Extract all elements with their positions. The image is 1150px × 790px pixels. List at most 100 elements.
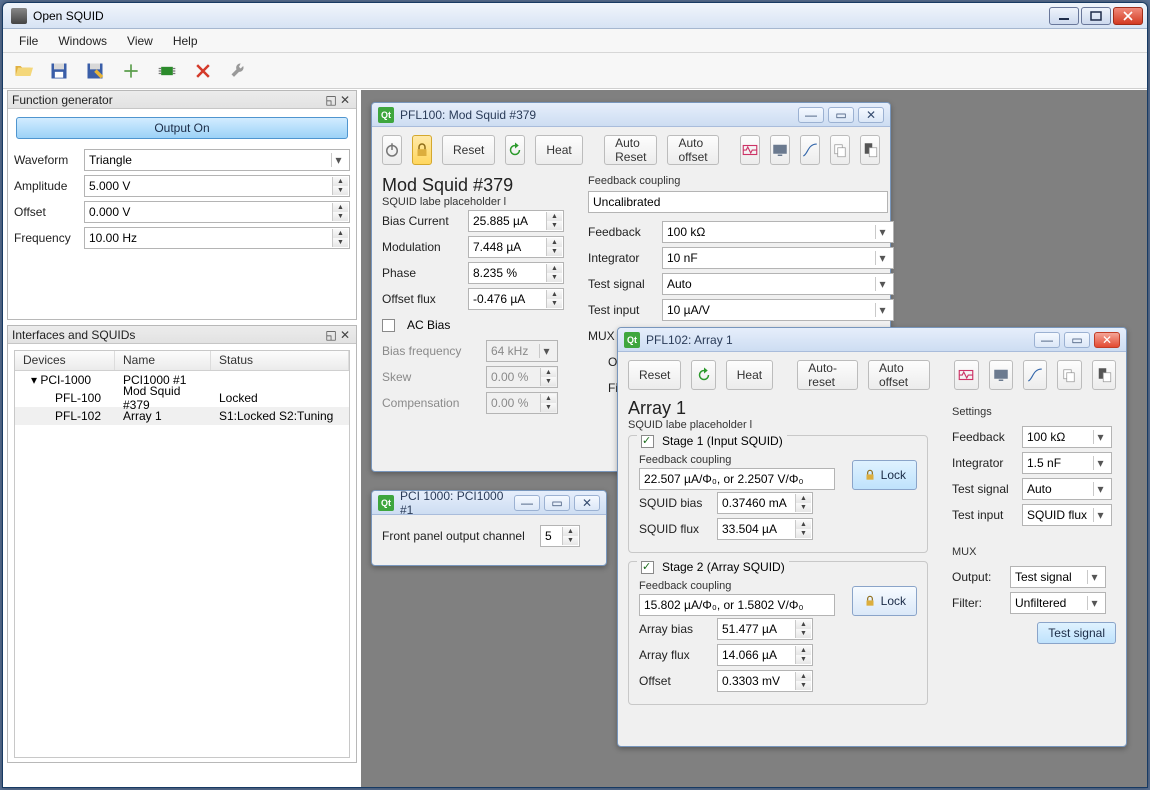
- child-maximize-button[interactable]: ▭: [828, 107, 854, 123]
- maximize-button[interactable]: [1081, 7, 1111, 25]
- wrench-icon[interactable]: [225, 57, 253, 85]
- add-icon[interactable]: [117, 57, 145, 85]
- acbias-checkbox[interactable]: [382, 319, 395, 332]
- mux-filter-select[interactable]: Unfiltered▾: [1010, 592, 1106, 614]
- fb-coupling-input[interactable]: Uncalibrated: [588, 191, 888, 213]
- offset-flux-label: Offset flux: [382, 292, 460, 306]
- testinput-select[interactable]: SQUID flux▾: [1022, 504, 1112, 526]
- menu-file[interactable]: File: [9, 31, 48, 51]
- devices-table[interactable]: Devices Name Status ▾ PCI-1000 PCI1000 #…: [14, 350, 350, 758]
- curve-icon[interactable]: [800, 135, 820, 165]
- stage2-checkbox[interactable]: [641, 561, 654, 574]
- child-close-button[interactable]: ✕: [574, 495, 600, 511]
- child-minimize-button[interactable]: —: [514, 495, 540, 511]
- dock-float-icon[interactable]: ◱: [324, 93, 338, 107]
- curve-icon[interactable]: [1023, 360, 1047, 390]
- testin-select[interactable]: 10 µA/V▾: [662, 299, 894, 321]
- array-flux-input[interactable]: 14.066 µA▲▼: [717, 644, 813, 666]
- dock-float-icon[interactable]: ◱: [324, 328, 338, 342]
- menu-view[interactable]: View: [117, 31, 163, 51]
- feedback-select[interactable]: 100 kΩ▾: [662, 221, 894, 243]
- delete-icon[interactable]: [189, 57, 217, 85]
- table-row[interactable]: PFL-100 Mod Squid #379 Locked: [15, 389, 349, 407]
- power-icon[interactable]: [382, 135, 402, 165]
- autoreset-button[interactable]: Auto-reset: [797, 360, 858, 390]
- offset-flux-input[interactable]: -0.476 µA▲▼: [468, 288, 564, 310]
- stage1-checkbox[interactable]: [641, 435, 654, 448]
- squid-bias-input[interactable]: 0.37460 mA▲▼: [717, 492, 813, 514]
- testsig-select[interactable]: Auto▾: [662, 273, 894, 295]
- acbias-label: AC Bias: [407, 318, 450, 332]
- menu-help[interactable]: Help: [163, 31, 208, 51]
- frequency-label: Frequency: [14, 231, 78, 245]
- scope-icon[interactable]: [954, 360, 978, 390]
- amplitude-input[interactable]: 5.000 V▲▼: [84, 175, 350, 197]
- heat-button[interactable]: Heat: [535, 135, 582, 165]
- phase-label: Phase: [382, 266, 460, 280]
- fb-coupling1-input[interactable]: 22.507 µA/Φ₀, or 2.2507 V/Φ₀: [639, 468, 835, 490]
- col-name[interactable]: Name: [115, 351, 211, 370]
- fb-coupling2-input[interactable]: 15.802 µA/Φ₀, or 1.5802 V/Φ₀: [639, 594, 835, 616]
- table-row[interactable]: PFL-102 Array 1 S1:Locked S2:Tuning: [15, 407, 349, 425]
- save-edit-icon[interactable]: [81, 57, 109, 85]
- autooffset-button[interactable]: Auto offset: [667, 135, 718, 165]
- col-status[interactable]: Status: [211, 351, 349, 370]
- scope-icon[interactable]: [740, 135, 760, 165]
- open-icon[interactable]: [9, 57, 37, 85]
- save-icon[interactable]: [45, 57, 73, 85]
- reset-button[interactable]: Reset: [442, 135, 495, 165]
- integrator-select[interactable]: 10 nF▾: [662, 247, 894, 269]
- skew-input: 0.00 %▲▼: [486, 366, 558, 388]
- array-offset-label: Offset: [639, 674, 709, 688]
- refresh-icon[interactable]: [691, 360, 715, 390]
- dock-close-icon[interactable]: ✕: [338, 93, 352, 107]
- monitor-icon[interactable]: [770, 135, 790, 165]
- child-maximize-button[interactable]: ▭: [544, 495, 570, 511]
- lock-icon[interactable]: [412, 135, 432, 165]
- child-close-button[interactable]: ✕: [1094, 332, 1120, 348]
- output-on-button[interactable]: Output On: [16, 117, 348, 139]
- array-bias-input[interactable]: 51.477 µA▲▼: [717, 618, 813, 640]
- waveform-select[interactable]: Triangle▾: [84, 149, 350, 171]
- integrator-select[interactable]: 1.5 nF▾: [1022, 452, 1112, 474]
- modulation-input[interactable]: 7.448 µA▲▼: [468, 236, 564, 258]
- lock2-button[interactable]: Lock: [852, 586, 917, 616]
- chip-icon[interactable]: [153, 57, 181, 85]
- refresh-icon[interactable]: [505, 135, 525, 165]
- child-close-button[interactable]: ✕: [858, 107, 884, 123]
- reset-button[interactable]: Reset: [628, 360, 681, 390]
- dock-close-icon[interactable]: ✕: [338, 328, 352, 342]
- close-button[interactable]: [1113, 7, 1143, 25]
- child-minimize-button[interactable]: —: [798, 107, 824, 123]
- minimize-button[interactable]: [1049, 7, 1079, 25]
- child-minimize-button[interactable]: —: [1034, 332, 1060, 348]
- pfl100-subtitle: SQUID labe placeholder l: [382, 196, 564, 208]
- col-devices[interactable]: Devices: [15, 351, 115, 370]
- monitor-icon[interactable]: [989, 360, 1013, 390]
- copy-icon[interactable]: [830, 135, 850, 165]
- autooffset-button[interactable]: Auto offset: [868, 360, 930, 390]
- menu-windows[interactable]: Windows: [48, 31, 117, 51]
- child-maximize-button[interactable]: ▭: [1064, 332, 1090, 348]
- feedback-select[interactable]: 100 kΩ▾: [1022, 426, 1112, 448]
- heat-button[interactable]: Heat: [726, 360, 773, 390]
- pfl100-heading: Mod Squid #379: [382, 175, 564, 196]
- front-channel-input[interactable]: 5▲▼: [540, 525, 580, 547]
- paste-icon[interactable]: [860, 135, 880, 165]
- testsig-select[interactable]: Auto▾: [1022, 478, 1112, 500]
- testsignal-button[interactable]: Test signal: [1037, 622, 1116, 644]
- main-window: Open SQUID File Windows View Help: [2, 2, 1148, 788]
- offset-input[interactable]: 0.000 V▲▼: [84, 201, 350, 223]
- copy-icon[interactable]: [1057, 360, 1081, 390]
- mux-output-select[interactable]: Test signal▾: [1010, 566, 1106, 588]
- mux-title: MUX: [952, 546, 1116, 558]
- bias-current-input[interactable]: 25.885 µA▲▼: [468, 210, 564, 232]
- array-offset-input[interactable]: 0.3303 mV▲▼: [717, 670, 813, 692]
- phase-input[interactable]: 8.235 %▲▼: [468, 262, 564, 284]
- bias-freq-select: 64 kHz▾: [486, 340, 558, 362]
- autoreset-button[interactable]: Auto Reset: [604, 135, 657, 165]
- paste-icon[interactable]: [1092, 360, 1116, 390]
- frequency-input[interactable]: 10.00 Hz▲▼: [84, 227, 350, 249]
- squid-flux-input[interactable]: 33.504 µA▲▼: [717, 518, 813, 540]
- lock1-button[interactable]: Lock: [852, 460, 917, 490]
